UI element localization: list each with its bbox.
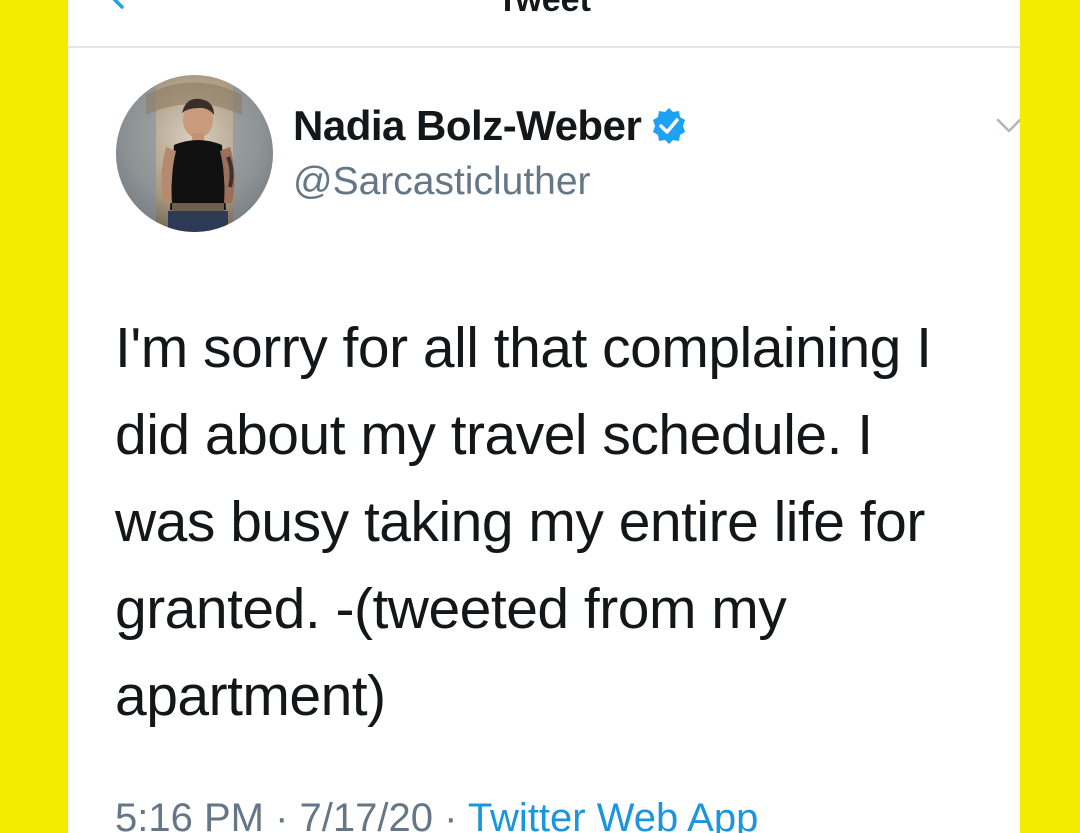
meta-separator: · xyxy=(263,796,300,833)
tweet-text-line: did about my travel schedule. I xyxy=(115,403,873,467)
author-name-row: Nadia Bolz-Weber xyxy=(293,101,689,151)
avatar[interactable] xyxy=(116,75,273,232)
tweet-text-line: I'm sorry for all that complaining I xyxy=(115,316,932,380)
username-handle[interactable]: @Sarcasticluther xyxy=(293,160,591,204)
tweet-metadata: 5:16 PM · 7/17/20 · Twitter Web App xyxy=(115,796,758,833)
tweet-source-link[interactable]: Twitter Web App xyxy=(468,796,759,833)
page-title: Tweet xyxy=(497,0,591,19)
tweet-date[interactable]: 7/17/20 xyxy=(300,796,433,833)
tweet-time[interactable]: 5:16 PM xyxy=(115,796,264,833)
tweet-text-line: was busy taking my entire life for xyxy=(115,490,925,554)
meta-separator: · xyxy=(432,796,468,833)
tweet-screen: Tweet Nadia Bolz-Weber @Sarcasticluther … xyxy=(68,0,1020,833)
verified-badge-icon xyxy=(649,106,689,146)
tweet-text-line: granted. -(tweeted from my xyxy=(115,577,787,641)
display-name[interactable]: Nadia Bolz-Weber xyxy=(293,102,642,150)
tweet-text-line: apartment) xyxy=(115,664,386,728)
top-nav-bar: Tweet xyxy=(68,0,1020,48)
chevron-down-icon[interactable] xyxy=(996,116,1020,136)
tweet-body: I'm sorry for all that complaining I did… xyxy=(115,305,995,740)
